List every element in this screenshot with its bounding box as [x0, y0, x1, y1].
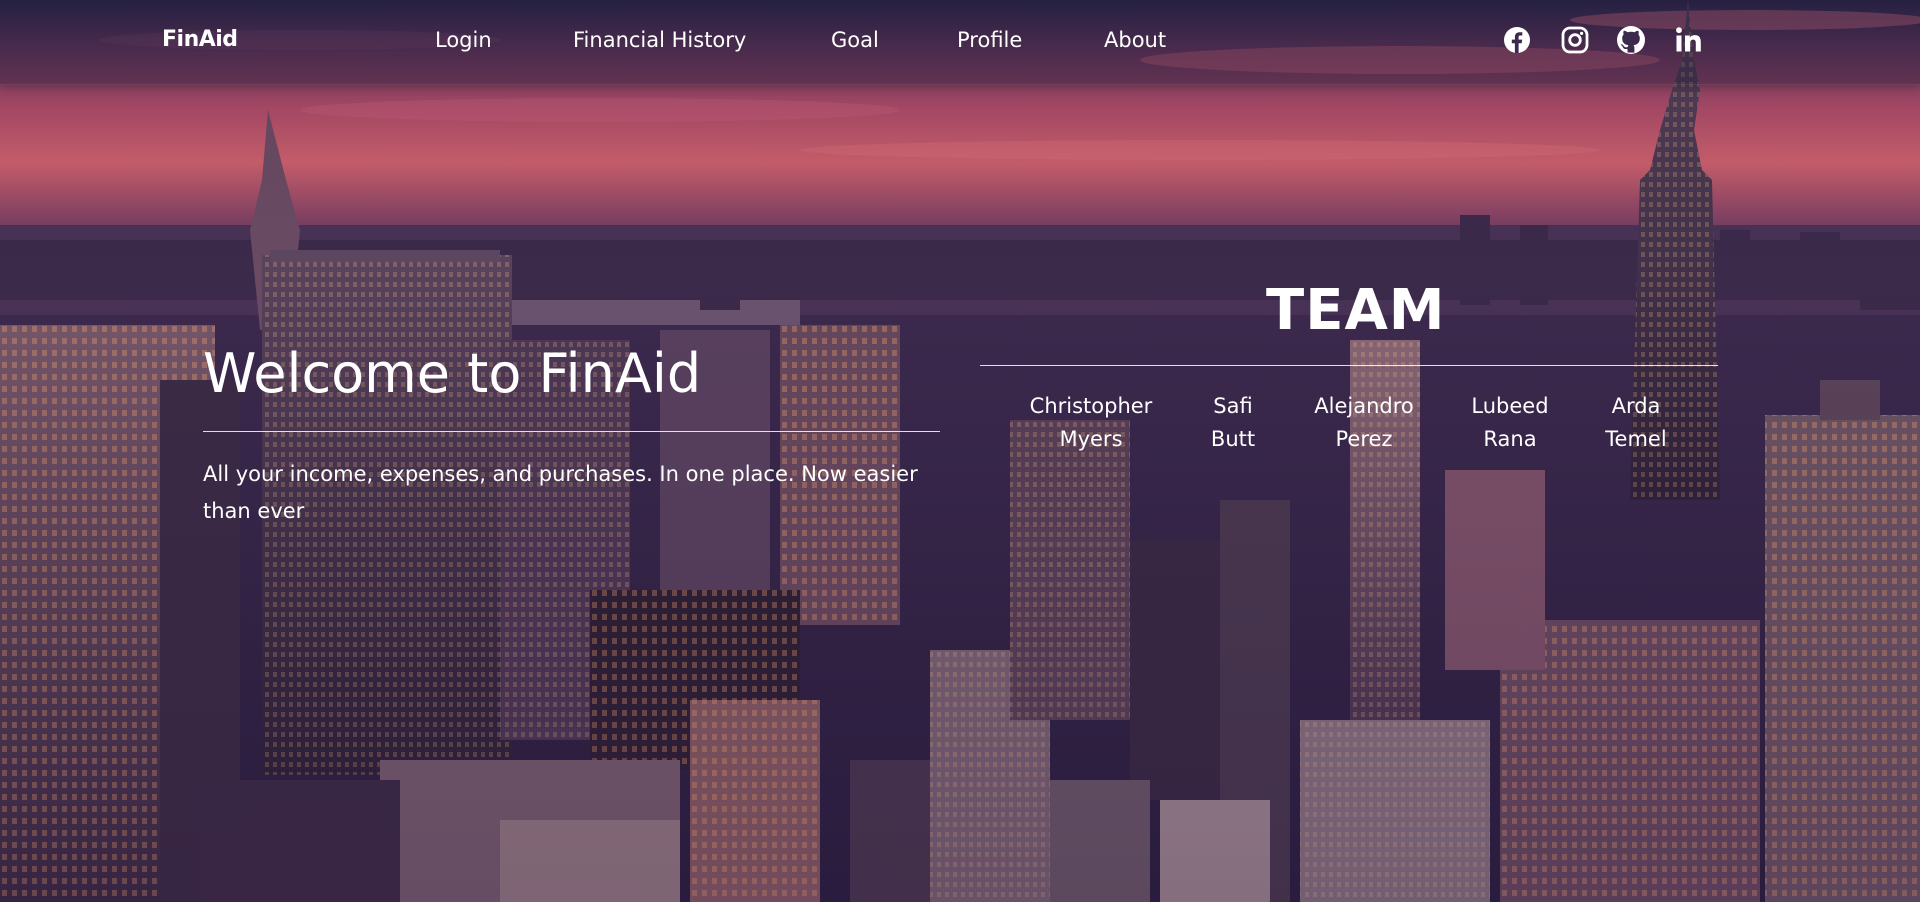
member-last-name: Perez — [1335, 427, 1393, 451]
team-member: Alejandro Perez — [1306, 390, 1422, 456]
team-title: TEAM — [1266, 278, 1446, 343]
welcome-divider — [203, 431, 940, 432]
team-member: Christopher Myers — [1026, 390, 1156, 456]
welcome-title: Welcome to FinAid — [203, 342, 702, 405]
facebook-icon[interactable] — [1502, 25, 1532, 55]
member-first-name: Lubeed — [1471, 394, 1549, 418]
member-first-name: Safi — [1213, 394, 1253, 418]
member-last-name: Temel — [1605, 427, 1667, 451]
member-first-name: Alejandro — [1314, 394, 1414, 418]
top-navbar: FinAid Login Financial History Goal Prof… — [0, 0, 1920, 85]
github-icon[interactable] — [1616, 25, 1646, 55]
member-first-name: Christopher — [1029, 394, 1153, 418]
nav-link-financial-history[interactable]: Financial History — [573, 28, 746, 52]
member-first-name: Arda — [1611, 394, 1661, 418]
member-last-name: Rana — [1483, 427, 1537, 451]
linkedin-icon[interactable] — [1674, 25, 1704, 55]
brand-logo[interactable]: FinAid — [162, 27, 238, 52]
welcome-tagline: All your income, expenses, and purchases… — [203, 462, 918, 523]
nav-link-profile[interactable]: Profile — [957, 28, 1022, 52]
member-last-name: Myers — [1059, 427, 1123, 451]
team-member: Lubeed Rana — [1460, 390, 1560, 456]
team-member: Arda Temel — [1594, 390, 1678, 456]
team-divider — [980, 365, 1718, 366]
nav-link-goal[interactable]: Goal — [831, 28, 879, 52]
instagram-icon[interactable] — [1560, 25, 1590, 55]
nav-link-about[interactable]: About — [1104, 28, 1166, 52]
team-member: Safi Butt — [1198, 390, 1268, 456]
member-last-name: Butt — [1210, 427, 1256, 451]
nav-link-login[interactable]: Login — [435, 28, 492, 52]
